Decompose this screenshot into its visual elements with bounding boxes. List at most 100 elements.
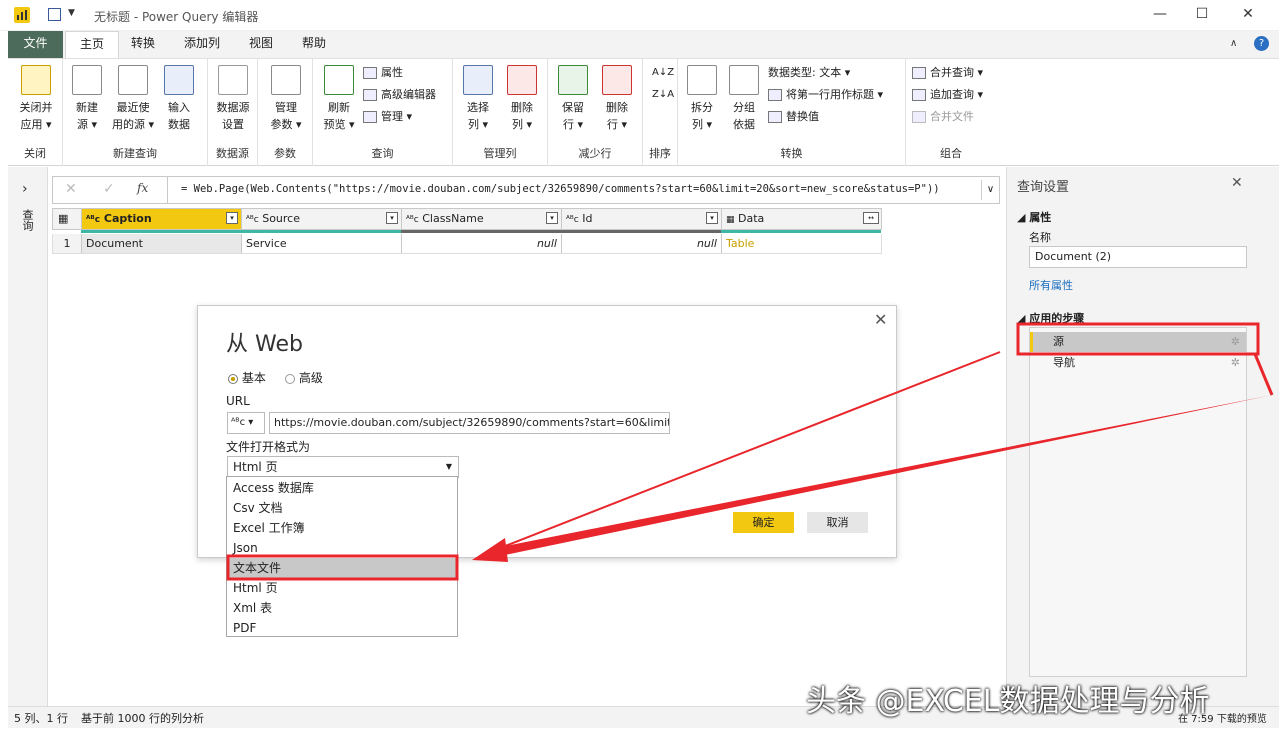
option-html[interactable]: Html 页 — [228, 578, 456, 598]
quick-access-dropdown-icon[interactable]: ▼ — [68, 8, 75, 18]
tab-view[interactable]: 视图 — [235, 31, 287, 58]
data-source-settings-button[interactable]: 数据源 设置 — [212, 65, 254, 133]
save-icon[interactable] — [48, 8, 61, 21]
use-first-row-headers-button[interactable]: 将第一行用作标题 ▾ — [768, 85, 883, 105]
collapse-ribbon-icon[interactable]: ∧ — [1230, 38, 1237, 49]
row-number[interactable]: 1 — [53, 234, 82, 253]
expand-formula-icon[interactable]: ∨ — [981, 180, 999, 200]
applied-steps-heading: ◢ 应用的步骤 — [1017, 312, 1085, 325]
maximize-button[interactable]: ☐ — [1192, 6, 1212, 24]
minimize-button[interactable]: — — [1150, 6, 1170, 24]
expand-column-icon[interactable]: ↔ — [863, 212, 879, 224]
remove-columns-button[interactable]: 删除 列 ▾ — [503, 65, 541, 133]
tab-file[interactable]: 文件 — [8, 31, 63, 58]
group-by-button[interactable]: 分组 依据 — [726, 65, 762, 133]
filter-dropdown-icon[interactable]: ▾ — [386, 212, 398, 224]
cell-caption[interactable]: Document — [82, 234, 242, 253]
keep-rows-button[interactable]: 保留 行 ▾ — [554, 65, 592, 133]
enter-data-button[interactable]: 输入 数据 — [161, 65, 197, 133]
merge-queries-button[interactable]: 合并查询 ▾ — [912, 63, 983, 83]
new-source-icon — [72, 65, 102, 95]
filter-dropdown-icon[interactable]: ▾ — [706, 212, 718, 224]
option-xml[interactable]: Xml 表 — [228, 598, 456, 618]
option-pdf[interactable]: PDF — [228, 618, 456, 638]
queries-label[interactable]: 查询 — [21, 209, 35, 231]
manage-parameters-button[interactable]: 管理 参数 ▾ — [266, 65, 306, 133]
column-header-data[interactable]: ▦ Data ↔ — [722, 209, 882, 229]
append-queries-button[interactable]: 追加查询 ▾ — [912, 85, 983, 105]
ok-button[interactable]: 确定 — [733, 512, 794, 533]
sort-ascending-icon[interactable]: A↓Z — [652, 63, 674, 83]
first-row-headers-icon — [768, 89, 782, 101]
option-excel[interactable]: Excel 工作簿 — [228, 518, 456, 538]
radio-advanced[interactable]: 高级 — [285, 369, 323, 386]
advanced-editor-button[interactable]: 高级编辑器 — [363, 85, 436, 105]
format-dropdown-list: Access 数据库 Csv 文档 Excel 工作簿 Json 文本文件 Ht… — [226, 476, 458, 637]
step-source[interactable]: 源 ✲ — [1030, 332, 1246, 352]
formula-input[interactable]: = Web.Page(Web.Contents("https://movie.d… — [181, 183, 971, 195]
cancel-formula-icon[interactable]: ✕ — [65, 181, 77, 197]
option-text-file[interactable]: 文本文件 — [228, 558, 456, 578]
new-source-button[interactable]: 新建 源 ▾ — [69, 65, 105, 133]
group-close: 关闭并 应用 ▾ 关闭 — [8, 59, 63, 166]
group-data-source: 数据源 设置 数据源 — [208, 59, 258, 166]
tab-help[interactable]: 帮助 — [288, 31, 340, 58]
tab-add-column[interactable]: 添加列 — [170, 31, 234, 58]
step-settings-gear-icon[interactable]: ✲ — [1231, 332, 1240, 352]
format-label: 文件打开格式为 — [226, 440, 311, 454]
filter-dropdown-icon[interactable]: ▾ — [546, 212, 558, 224]
step-settings-gear-icon[interactable]: ✲ — [1231, 353, 1240, 373]
url-type-dropdown[interactable]: ᴬᴮc ▾ — [227, 412, 265, 434]
radio-basic[interactable]: 基本 — [228, 369, 266, 386]
close-pane-icon[interactable]: ✕ — [1231, 175, 1243, 191]
powerbi-icon — [14, 7, 30, 23]
option-json[interactable]: Json — [228, 538, 456, 558]
split-column-icon — [687, 65, 717, 95]
replace-values-button[interactable]: 替换值 — [768, 107, 819, 127]
column-header-classname[interactable]: ᴬᴮc ClassName ▾ — [402, 209, 562, 229]
format-select[interactable]: Html 页 ▼ — [227, 456, 459, 478]
table-menu-icon[interactable]: ▦ — [53, 209, 82, 229]
cancel-button[interactable]: 取消 — [807, 512, 868, 533]
cell-id[interactable]: null — [562, 234, 722, 253]
tab-transform[interactable]: 转换 — [117, 31, 169, 58]
column-header-id[interactable]: ᴬᴮc Id ▾ — [562, 209, 722, 229]
close-apply-button[interactable]: 关闭并 应用 ▾ — [10, 65, 62, 133]
window-title: 无标题 - Power Query 编辑器 — [94, 10, 259, 24]
close-button[interactable]: ✕ — [1238, 6, 1258, 24]
cell-classname[interactable]: null — [402, 234, 562, 253]
choose-columns-button[interactable]: 选择 列 ▾ — [459, 65, 497, 133]
all-properties-link[interactable]: 所有属性 — [1029, 277, 1073, 293]
dialog-close-icon[interactable]: ✕ — [874, 310, 887, 329]
properties-heading: ◢ 属性 — [1017, 211, 1052, 224]
sort-descending-icon[interactable]: Z↓A — [652, 85, 674, 105]
recent-sources-button[interactable]: 最近使 用的源 ▾ — [109, 65, 157, 133]
split-column-button[interactable]: 拆分 列 ▾ — [684, 65, 720, 133]
cell-data-table-link[interactable]: Table — [722, 234, 882, 253]
help-icon[interactable]: ? — [1254, 36, 1269, 51]
table-icon — [164, 65, 194, 95]
filter-dropdown-icon[interactable]: ▾ — [226, 212, 238, 224]
formula-divider — [167, 177, 168, 203]
manage-button[interactable]: 管理 ▾ — [363, 107, 412, 127]
step-navigation[interactable]: 导航 ✲ — [1030, 353, 1246, 373]
group-sort: A↓Z Z↓A 排序 — [643, 59, 678, 166]
refresh-preview-button[interactable]: 刷新 预览 ▾ — [319, 65, 359, 133]
option-access[interactable]: Access 数据库 — [228, 478, 456, 498]
data-type-dropdown[interactable]: 数据类型: 文本 ▾ — [768, 63, 850, 83]
title-bar: ▼ 无标题 - Power Query 编辑器 — ☐ ✕ — [0, 0, 1279, 31]
column-header-caption[interactable]: ᴬᴮc Caption ▾ — [82, 209, 242, 229]
commit-formula-icon[interactable]: ✓ — [103, 181, 115, 197]
column-header-source[interactable]: ᴬᴮc Source ▾ — [242, 209, 402, 229]
cell-source[interactable]: Service — [242, 234, 402, 253]
properties-button[interactable]: 属性 — [363, 63, 403, 83]
combine-files-button[interactable]: 合并文件 — [912, 107, 974, 127]
remove-rows-button[interactable]: 删除 行 ▾ — [598, 65, 636, 133]
replace-values-icon — [768, 111, 782, 123]
tab-home[interactable]: 主页 — [65, 31, 120, 58]
expand-queries-icon[interactable]: › — [22, 181, 28, 197]
query-name-input[interactable]: Document (2) — [1029, 246, 1247, 268]
fx-icon[interactable]: fx — [137, 181, 148, 195]
option-csv[interactable]: Csv 文档 — [228, 498, 456, 518]
url-input[interactable]: https://movie.douban.com/subject/3265989… — [269, 412, 670, 434]
